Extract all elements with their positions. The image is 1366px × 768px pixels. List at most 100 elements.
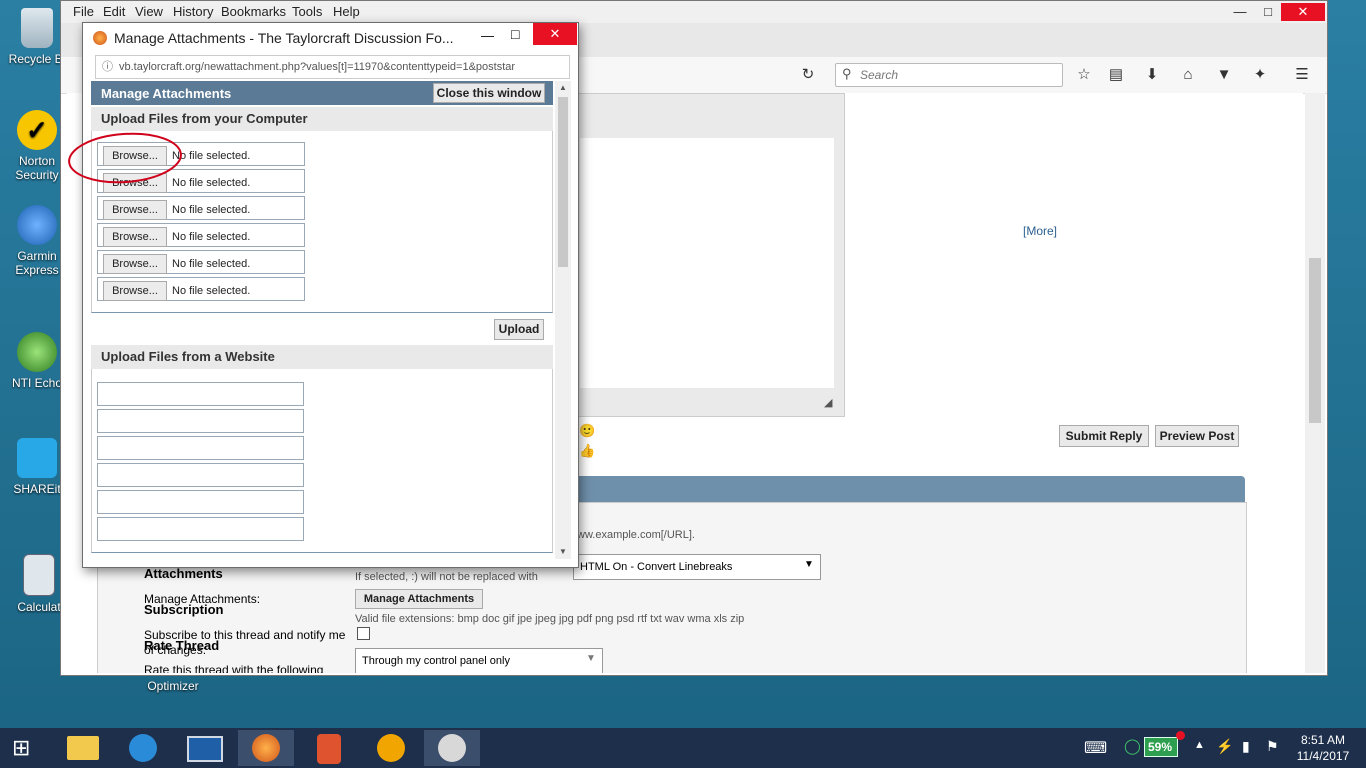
- lenovo-icon: [187, 736, 223, 762]
- menu-file[interactable]: File: [73, 4, 94, 19]
- valid-extensions: Valid file extensions: bmp doc gif jpe j…: [355, 613, 745, 625]
- desktop-icon-optimizer[interactable]: Optimizer: [138, 679, 208, 693]
- resize-handle-icon[interactable]: ◢: [824, 396, 832, 409]
- submit-reply-button[interactable]: Submit Reply: [1059, 425, 1149, 447]
- no-file-status: No file selected.: [172, 285, 251, 297]
- file-input-3[interactable]: Browse... No file selected.: [97, 196, 305, 220]
- html-mode-value: HTML On - Convert Linebreaks: [580, 561, 733, 573]
- scroll-thumb[interactable]: [1309, 258, 1321, 423]
- popup-scrollbar[interactable]: ▲ ▼: [555, 81, 571, 559]
- reading-list-icon[interactable]: ▤: [1107, 66, 1125, 84]
- search-input[interactable]: ⚲ Search: [835, 63, 1063, 87]
- recycle-bin-icon: [21, 8, 53, 48]
- no-file-status: No file selected.: [172, 231, 251, 243]
- preview-post-button[interactable]: Preview Post: [1155, 425, 1239, 447]
- popup-close-icon[interactable]: ✕: [533, 23, 577, 45]
- taskbar-lenovo[interactable]: [180, 730, 230, 766]
- popup-minimize-icon[interactable]: —: [481, 28, 494, 43]
- menu-bookmarks[interactable]: Bookmarks: [221, 4, 286, 19]
- desktop-icon-label: Optimizer: [147, 679, 199, 693]
- taskbar-audio-app[interactable]: [366, 730, 416, 766]
- close-icon[interactable]: ✕: [1281, 3, 1325, 21]
- battery-indicator[interactable]: 59%: [1144, 737, 1178, 757]
- subscription-mode-select[interactable]: Through my control panel only ▼: [355, 648, 603, 673]
- menu-edit[interactable]: Edit: [103, 4, 125, 19]
- shield-icon[interactable]: ◯: [1124, 737, 1141, 755]
- popup-url-bar: ⓘ vb.taylorcraft.org/newattachment.php?va…: [95, 55, 570, 79]
- url-input-5[interactable]: [97, 490, 304, 514]
- file-input-5[interactable]: Browse... No file selected.: [97, 250, 305, 274]
- clock-date: 11/4/2017: [1296, 749, 1350, 763]
- url-input-6[interactable]: [97, 517, 304, 541]
- more-smilies-link[interactable]: [More]: [1023, 224, 1057, 238]
- browse-button[interactable]: Browse...: [103, 254, 167, 274]
- show-hidden-icons-icon[interactable]: ▲: [1194, 739, 1205, 751]
- taskbar-file-explorer[interactable]: [58, 730, 108, 766]
- thumbs-up-icon[interactable]: 👍: [579, 443, 595, 459]
- minimize-icon[interactable]: —: [1225, 3, 1255, 21]
- reload-icon[interactable]: ↻: [799, 66, 817, 84]
- file-input-4[interactable]: Browse... No file selected.: [97, 223, 305, 247]
- chevron-down-icon: ▼: [804, 559, 814, 570]
- hamburger-menu-icon[interactable]: ☰: [1293, 66, 1311, 84]
- manage-attachments-button[interactable]: Manage Attachments: [355, 589, 483, 609]
- scroll-down-icon[interactable]: ▼: [559, 547, 567, 556]
- firefox-icon: [93, 31, 107, 45]
- shareit-icon: [17, 438, 57, 478]
- windows-start-icon[interactable]: ⊞: [12, 736, 30, 760]
- popup-title: Manage Attachments - The Taylorcraft Dis…: [114, 30, 454, 46]
- keyboard-icon[interactable]: ⌨: [1084, 738, 1107, 758]
- menu-tools[interactable]: Tools: [292, 4, 322, 19]
- manage-attachments-popup: Manage Attachments - The Taylorcraft Dis…: [68, 22, 579, 568]
- taskbar: ⊞ ⌨ ◯ 59% ▲ ⚡ ▮ ⚑ 8:51 AM 11/4/2017: [0, 728, 1366, 768]
- home-icon[interactable]: ⌂: [1179, 66, 1197, 84]
- no-file-status: No file selected.: [172, 204, 251, 216]
- subscribe-checkbox[interactable]: [357, 627, 370, 640]
- desktop-icon-label: Norton Security: [15, 154, 59, 182]
- taskbar-firefox[interactable]: [238, 730, 294, 766]
- popup-header-title: Manage Attachments: [101, 86, 232, 101]
- page-scrollbar[interactable]: [1305, 93, 1325, 673]
- url-input-1[interactable]: [97, 382, 304, 406]
- garmin-icon: [17, 205, 57, 245]
- popup-scroll-thumb[interactable]: [558, 97, 568, 267]
- popup-titlebar: Manage Attachments - The Taylorcraft Dis…: [83, 23, 578, 53]
- headphones-icon: [377, 734, 405, 762]
- clock[interactable]: 8:51 AM 11/4/2017: [1290, 732, 1356, 764]
- menu-help[interactable]: Help: [333, 4, 360, 19]
- browse-button[interactable]: Browse...: [103, 200, 167, 220]
- html-mode-select[interactable]: HTML On - Convert Linebreaks ▼: [573, 554, 821, 580]
- taskbar-internet-explorer[interactable]: [118, 730, 168, 766]
- action-center-flag-icon[interactable]: ⚑: [1266, 738, 1279, 755]
- rate-thread-heading: Rate Thread: [144, 638, 220, 653]
- browse-button[interactable]: Browse...: [103, 227, 167, 247]
- chevron-down-icon: ▼: [586, 653, 596, 664]
- extension-icon[interactable]: ✦: [1251, 66, 1269, 84]
- url-input-2[interactable]: [97, 409, 304, 433]
- desktop-icon-label: Garmin Express: [15, 249, 59, 277]
- smiley-icon[interactable]: 🙂: [579, 423, 595, 439]
- info-icon: ⓘ: [102, 61, 113, 73]
- file-input-6[interactable]: Browse... No file selected.: [97, 277, 305, 301]
- popup-maximize-icon[interactable]: □: [511, 26, 519, 42]
- menu-history[interactable]: History: [173, 4, 213, 19]
- close-window-button[interactable]: Close this window: [433, 83, 545, 103]
- search-icon: ⚲: [842, 66, 852, 81]
- taskbar-app-red[interactable]: [304, 730, 354, 766]
- app-icon: [317, 734, 341, 764]
- browse-button[interactable]: Browse...: [103, 281, 167, 301]
- editor-frame: ◢: [575, 93, 845, 417]
- url-input-3[interactable]: [97, 436, 304, 460]
- url-input-4[interactable]: [97, 463, 304, 487]
- power-plug-icon[interactable]: ⚡: [1216, 738, 1233, 755]
- upload-button[interactable]: Upload: [494, 319, 544, 340]
- maximize-icon[interactable]: □: [1253, 3, 1283, 21]
- menu-view[interactable]: View: [135, 4, 163, 19]
- scroll-up-icon[interactable]: ▲: [559, 83, 567, 92]
- message-textarea[interactable]: [580, 138, 834, 388]
- download-icon[interactable]: ⬇: [1143, 66, 1161, 84]
- taskbar-paint[interactable]: [424, 730, 480, 766]
- network-signal-icon[interactable]: ▮: [1242, 738, 1250, 755]
- bookmark-star-icon[interactable]: ☆: [1075, 66, 1093, 84]
- pocket-icon[interactable]: ▼: [1215, 66, 1233, 84]
